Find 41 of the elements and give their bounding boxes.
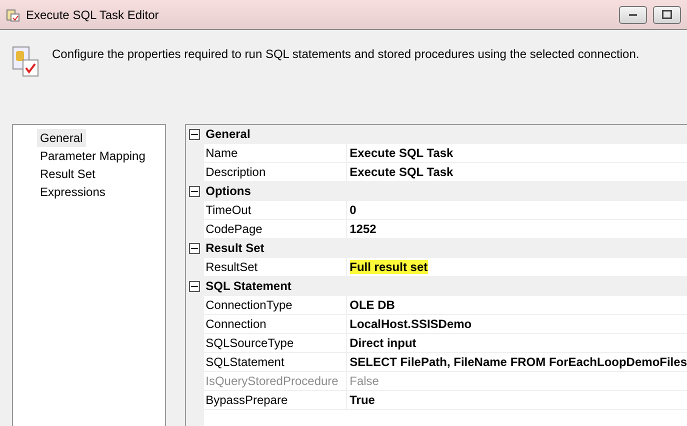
maximize-button[interactable] — [653, 6, 681, 24]
property-name: Description — [204, 163, 347, 181]
property-value[interactable]: True — [350, 393, 375, 407]
property-name: ConnectionType — [204, 296, 347, 314]
collapse-toggle[interactable] — [189, 186, 200, 196]
property-name: CodePage — [204, 220, 347, 238]
property-value[interactable]: Execute SQL Task — [350, 146, 454, 160]
header-description: Configure the properties required to run SQL statements and stored procedures using the selected connection. — [52, 46, 640, 63]
property-value[interactable]: Full result set — [350, 260, 428, 274]
property-name: IsQueryStoredProcedure — [204, 372, 347, 390]
property-value[interactable]: 1252 — [350, 222, 376, 236]
category-header: Result Set — [204, 239, 687, 257]
property-value[interactable]: Direct input — [350, 336, 416, 350]
property-value[interactable]: SELECT FilePath, FileName FROM ForEachLoopDemoFiles — [350, 355, 687, 369]
property-name: SQLSourceType — [204, 334, 347, 352]
collapse-toggle[interactable] — [189, 128, 200, 140]
collapse-toggle[interactable] — [189, 280, 200, 292]
category-header: Options — [204, 182, 687, 200]
property-name: ResultSet — [204, 258, 347, 276]
property-value[interactable]: Execute SQL Task — [350, 165, 454, 179]
property-name: Connection — [204, 315, 347, 333]
sidebar-item[interactable]: Result Set — [37, 165, 98, 183]
category-header: General — [204, 125, 687, 143]
sidebar-item[interactable]: General — [37, 129, 86, 147]
property-value[interactable]: OLE DB — [350, 298, 395, 312]
minimize-button[interactable] — [619, 6, 647, 24]
property-name: SQLStatement — [204, 353, 347, 371]
property-name: Name — [204, 144, 347, 162]
category-header: SQL Statement — [204, 277, 687, 295]
window-title: Execute SQL Task Editor — [26, 6, 159, 24]
property-name: BypassPrepare — [204, 391, 347, 409]
sidebar-item[interactable]: Expressions — [37, 183, 108, 201]
sidebar-item[interactable]: Parameter Mapping — [37, 147, 148, 165]
minimize-icon — [629, 14, 637, 16]
app-icon — [6, 8, 20, 22]
task-icon — [12, 45, 40, 77]
maximize-icon — [662, 10, 672, 19]
property-value[interactable]: 0 — [350, 203, 356, 217]
property-name: TimeOut — [204, 201, 347, 219]
collapse-toggle[interactable] — [189, 242, 200, 254]
property-value[interactable]: LocalHost.SSISDemo — [350, 317, 472, 331]
